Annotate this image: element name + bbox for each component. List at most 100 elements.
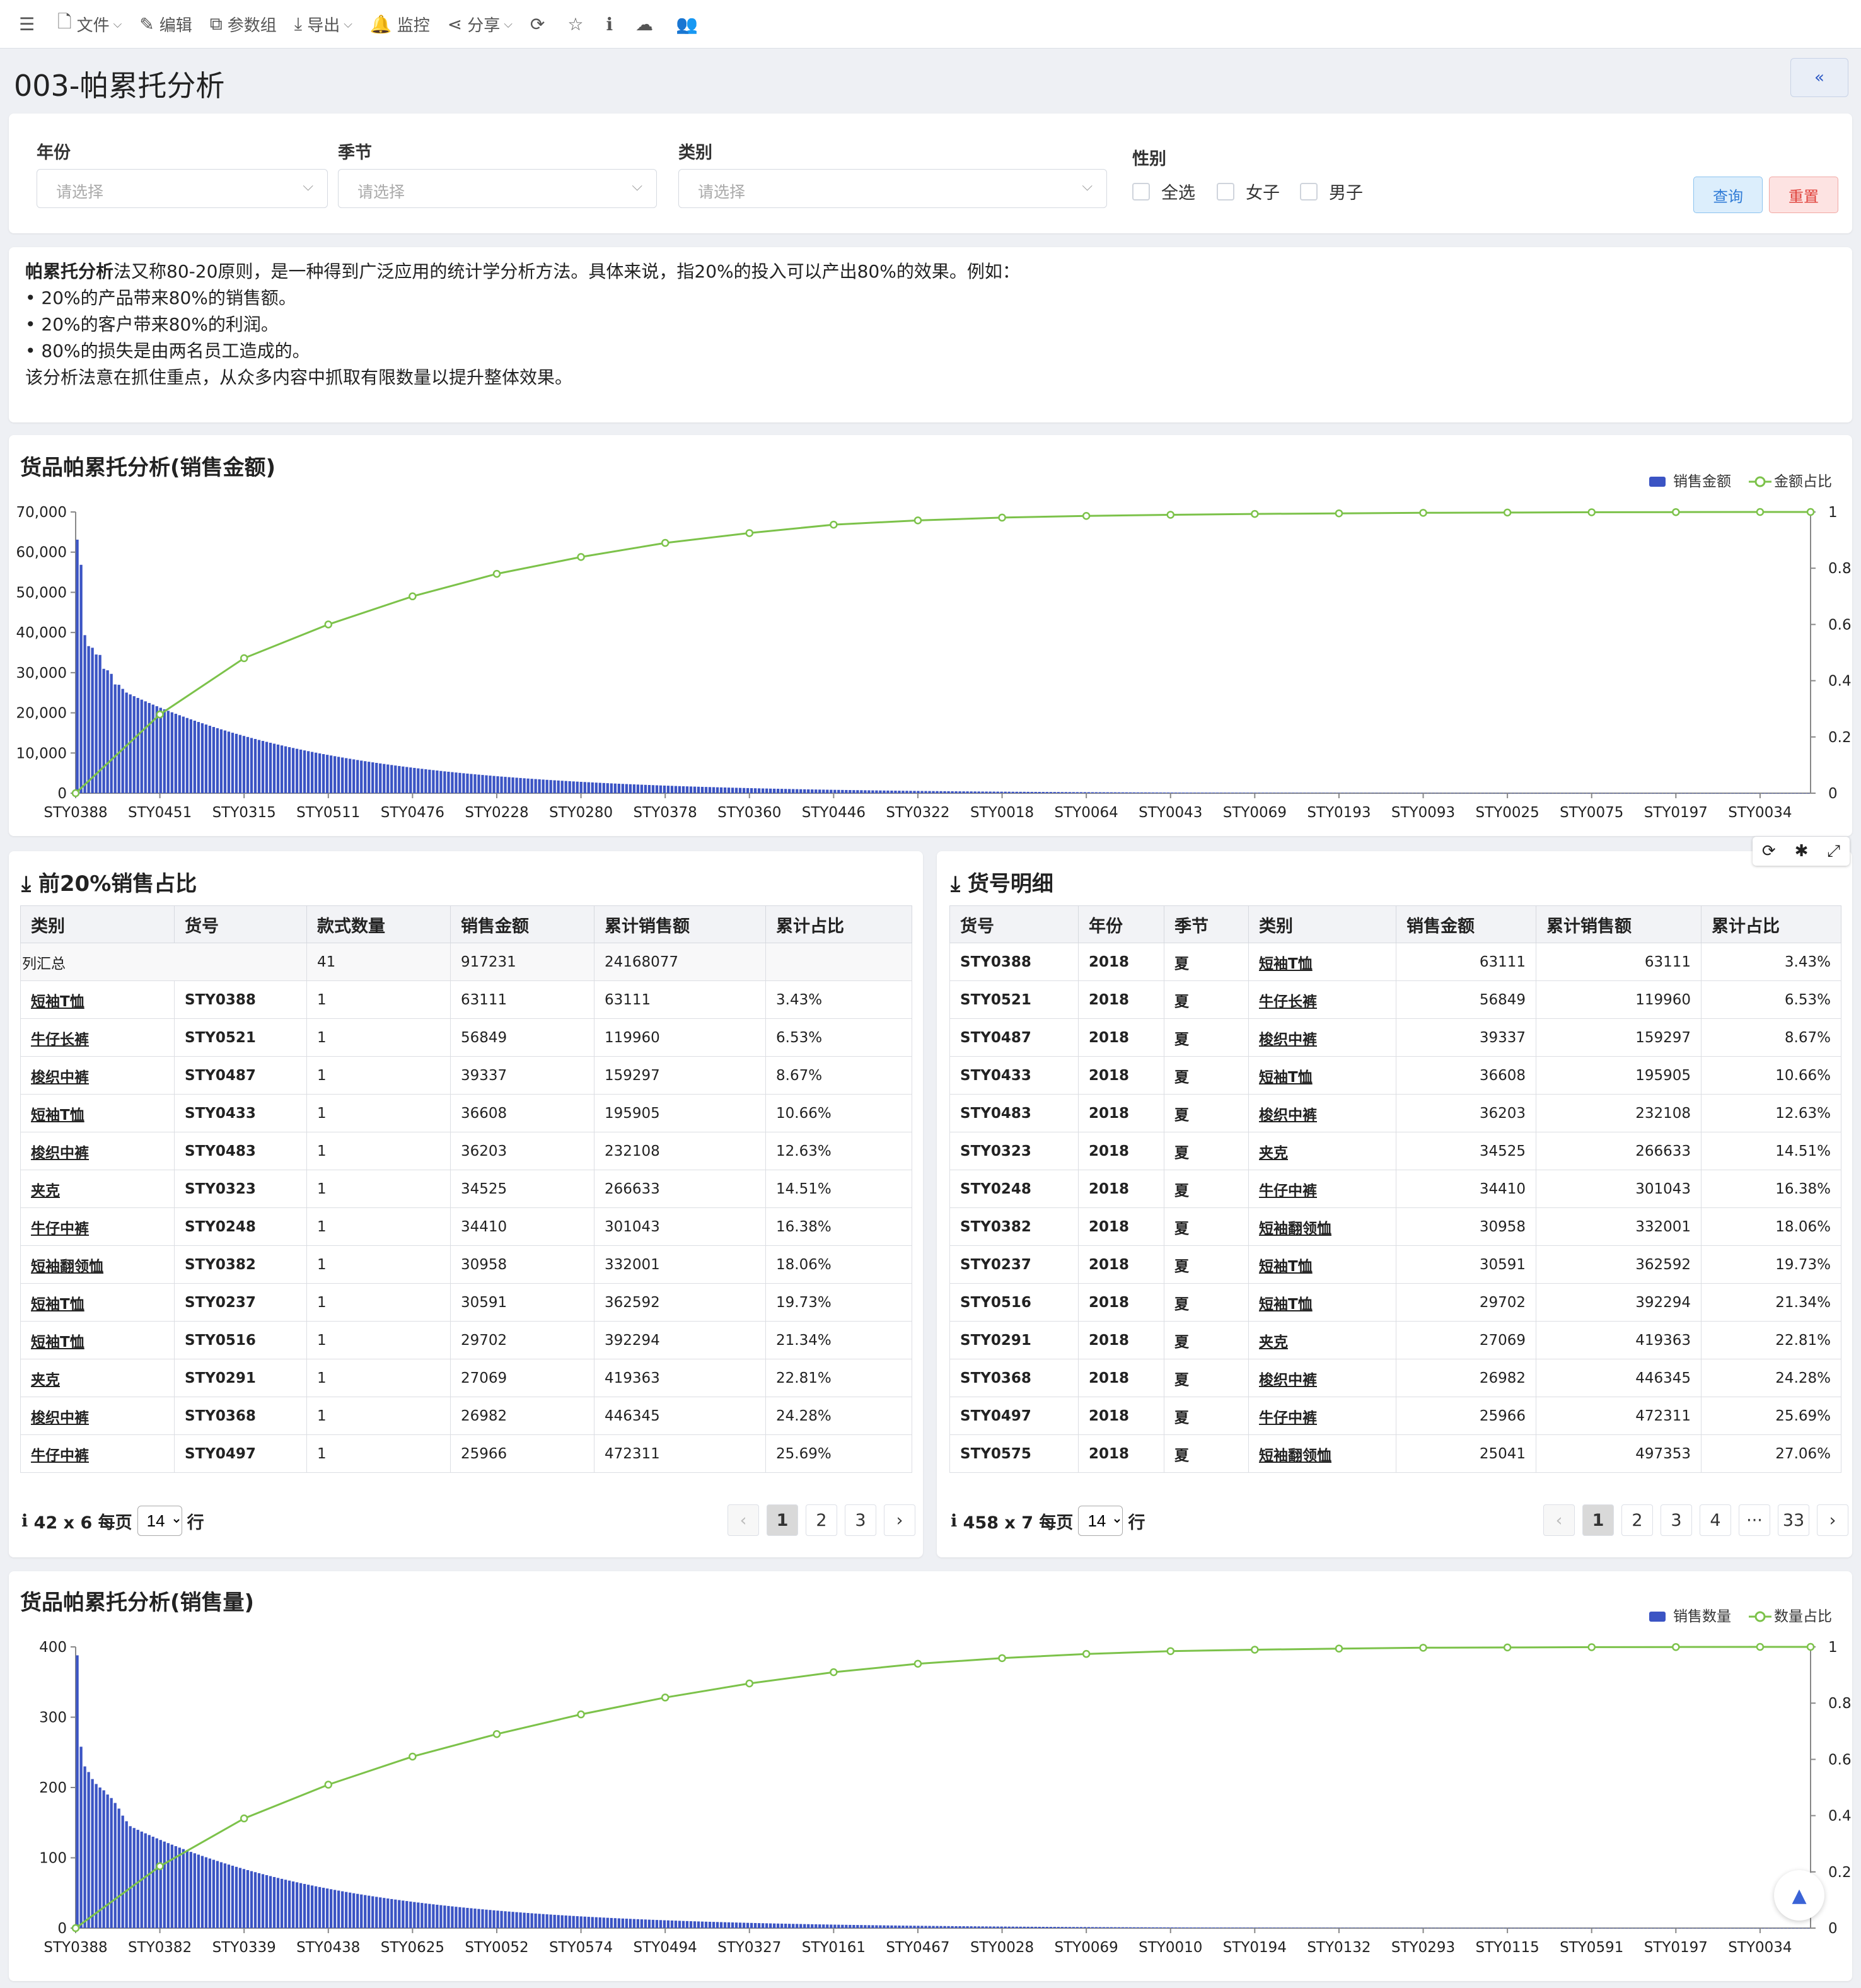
page-button[interactable]: 2 — [1621, 1504, 1653, 1536]
page-button[interactable]: 33 — [1778, 1504, 1809, 1536]
season-select[interactable]: 请选择 ⌵ — [338, 169, 657, 208]
category-link[interactable]: 牛仔长裤 — [1248, 980, 1396, 1019]
next-page-icon[interactable]: › — [884, 1504, 915, 1536]
expand-icon[interactable]: ⤢ — [1827, 842, 1840, 861]
column-header[interactable]: 类别 — [1248, 905, 1396, 943]
table-row[interactable]: 夹克 STY0291 1 27069 419363 22.81% — [20, 1359, 912, 1397]
page-button[interactable]: 1 — [1582, 1504, 1614, 1536]
table-row[interactable]: 牛仔中裤 STY0248 1 34410 301043 16.38% — [20, 1207, 912, 1246]
page-button[interactable]: 3 — [1661, 1504, 1692, 1536]
category-link[interactable]: 牛仔中裤 — [20, 1434, 175, 1473]
page-button[interactable]: ··· — [1739, 1504, 1770, 1536]
category-link[interactable]: 短袖T恤 — [1248, 1245, 1396, 1284]
table-row[interactable]: STY0382 2018 夏短袖翻领恤 30958 332001 18.06% — [949, 1207, 1841, 1246]
column-header[interactable]: 货号 — [174, 905, 307, 943]
menu-button[interactable]: ☰ — [0, 0, 49, 48]
column-header[interactable]: 年份 — [1078, 905, 1164, 943]
column-header[interactable]: 累计占比 — [1701, 905, 1841, 943]
table-row[interactable]: 梭织中裤 STY0483 1 36203 232108 12.63% — [20, 1132, 912, 1170]
column-header[interactable]: 款式数量 — [306, 905, 451, 943]
query-button[interactable]: 查询 — [1693, 177, 1763, 213]
table-row[interactable]: 短袖T恤 STY0237 1 30591 362592 19.73% — [20, 1283, 912, 1322]
column-header[interactable]: 累计销售额 — [1536, 905, 1702, 943]
category-link[interactable]: 短袖T恤 — [20, 1283, 175, 1322]
category-link[interactable]: 短袖翻领恤 — [20, 1245, 175, 1284]
female-checkbox[interactable] — [1217, 183, 1234, 201]
prev-page-icon[interactable]: ‹ — [1543, 1504, 1575, 1536]
table-row[interactable]: STY0521 2018 夏牛仔长裤 56849 119960 6.53% — [949, 980, 1841, 1019]
toolbar-item-5[interactable]: 🔔 监控 — [361, 0, 439, 48]
category-link[interactable]: 牛仔长裤 — [20, 1018, 175, 1057]
table-row[interactable]: STY0497 2018 夏牛仔中裤 25966 472311 25.69% — [949, 1397, 1841, 1435]
category-link[interactable]: 短袖翻领恤 — [1248, 1207, 1396, 1246]
star-button[interactable]: ☆ — [559, 0, 597, 48]
category-link[interactable]: 梭织中裤 — [20, 1132, 175, 1170]
table-row[interactable]: 短袖翻领恤 STY0382 1 30958 332001 18.06% — [20, 1245, 912, 1284]
toolbar-item-1[interactable]: 🗋 文件 ⌵ — [49, 0, 130, 48]
category-link[interactable]: 梭织中裤 — [20, 1056, 175, 1095]
category-link[interactable]: 牛仔中裤 — [1248, 1170, 1396, 1208]
reset-button[interactable]: 重置 — [1769, 177, 1838, 213]
table-row[interactable]: 短袖T恤 STY0433 1 36608 195905 10.66% — [20, 1094, 912, 1132]
male-checkbox[interactable] — [1300, 183, 1318, 201]
table-row[interactable]: STY0433 2018 夏短袖T恤 36608 195905 10.66% — [949, 1056, 1841, 1095]
refresh-icon[interactable]: ⟳ — [1762, 842, 1776, 861]
bug-icon[interactable]: ✱ — [1795, 842, 1809, 861]
table-row[interactable]: STY0368 2018 夏梭织中裤 26982 446345 24.28% — [949, 1359, 1841, 1397]
table-row[interactable]: STY0388 2018 夏短袖T恤 63111 63111 3.43% — [949, 943, 1841, 981]
category-link[interactable]: 短袖翻领恤 — [1248, 1434, 1396, 1473]
category-link[interactable]: 短袖T恤 — [1248, 1283, 1396, 1322]
table-row[interactable]: STY0323 2018 夏夹克 34525 266633 14.51% — [949, 1132, 1841, 1170]
users-button[interactable]: 👥 — [667, 0, 712, 48]
category-link[interactable]: 牛仔中裤 — [20, 1207, 175, 1246]
column-header[interactable]: 累计占比 — [765, 905, 912, 943]
category-link[interactable]: 夹克 — [20, 1170, 175, 1208]
category-link[interactable]: 梭织中裤 — [20, 1397, 175, 1435]
table-row[interactable]: 梭织中裤 STY0368 1 26982 446345 24.28% — [20, 1397, 912, 1435]
toolbar-item-2[interactable]: ✎ 编辑 — [130, 0, 200, 48]
category-link[interactable]: 短袖T恤 — [1248, 1056, 1396, 1095]
page-button[interactable]: 4 — [1700, 1504, 1731, 1536]
category-link[interactable]: 夹克 — [20, 1359, 175, 1397]
select-all-checkbox[interactable] — [1132, 183, 1150, 201]
table-row[interactable]: STY0487 2018 夏梭织中裤 39337 159297 8.67% — [949, 1018, 1841, 1057]
download-icon[interactable]: ⤓ — [951, 871, 960, 897]
category-link[interactable]: 夹克 — [1248, 1321, 1396, 1359]
top20-page-size-select[interactable]: 14 — [137, 1506, 182, 1536]
cloud-button[interactable]: ☁ — [627, 0, 667, 48]
prev-page-icon[interactable]: ‹ — [728, 1504, 759, 1536]
table-row[interactable]: STY0516 2018 夏短袖T恤 29702 392294 21.34% — [949, 1283, 1841, 1322]
category-link[interactable]: 梭织中裤 — [1248, 1094, 1396, 1132]
table-row[interactable]: 短袖T恤 STY0388 1 63111 63111 3.43% — [20, 980, 912, 1019]
download-icon[interactable]: ⤓ — [21, 871, 31, 897]
table-row[interactable]: STY0483 2018 夏梭织中裤 36203 232108 12.63% — [949, 1094, 1841, 1132]
category-link[interactable]: 夹克 — [1248, 1132, 1396, 1170]
column-header[interactable]: 类别 — [20, 905, 175, 943]
category-link[interactable]: 短袖T恤 — [20, 1321, 175, 1359]
column-header[interactable]: 销售金额 — [450, 905, 594, 943]
table-row[interactable]: 短袖T恤 STY0516 1 29702 392294 21.34% — [20, 1321, 912, 1359]
category-link[interactable]: 短袖T恤 — [1248, 943, 1396, 981]
table-row[interactable]: 牛仔长裤 STY0521 1 56849 119960 6.53% — [20, 1018, 912, 1057]
table-row[interactable]: STY0575 2018 夏短袖翻领恤 25041 497353 27.06% — [949, 1434, 1841, 1473]
toolbar-item-3[interactable]: ⧉ 参数组 — [201, 0, 286, 48]
refresh-button[interactable]: ⟳ — [521, 0, 559, 48]
page-button[interactable]: 2 — [806, 1504, 837, 1536]
category-link[interactable]: 梭织中裤 — [1248, 1018, 1396, 1057]
column-header[interactable]: 累计销售额 — [594, 905, 766, 943]
category-select[interactable]: 请选择 ⌵ — [678, 169, 1107, 208]
info-button[interactable]: ℹ — [597, 0, 627, 48]
category-link[interactable]: 牛仔中裤 — [1248, 1397, 1396, 1435]
year-select[interactable]: 请选择 ⌵ — [37, 169, 328, 208]
page-button[interactable]: 1 — [767, 1504, 798, 1536]
toolbar-item-4[interactable]: ⤓ 导出 ⌵ — [286, 0, 361, 48]
column-header[interactable]: 销售金额 — [1396, 905, 1536, 943]
next-page-icon[interactable]: › — [1817, 1504, 1848, 1536]
scroll-to-top-button[interactable]: ▲ — [1774, 1870, 1824, 1921]
table-row[interactable]: 梭织中裤 STY0487 1 39337 159297 8.67% — [20, 1056, 912, 1095]
table-row[interactable]: STY0291 2018 夏夹克 27069 419363 22.81% — [949, 1321, 1841, 1359]
category-link[interactable]: 短袖T恤 — [20, 1094, 175, 1132]
collapse-button[interactable]: « — [1790, 58, 1848, 97]
table-row[interactable]: 牛仔中裤 STY0497 1 25966 472311 25.69% — [20, 1434, 912, 1473]
column-header[interactable]: 货号 — [949, 905, 1079, 943]
